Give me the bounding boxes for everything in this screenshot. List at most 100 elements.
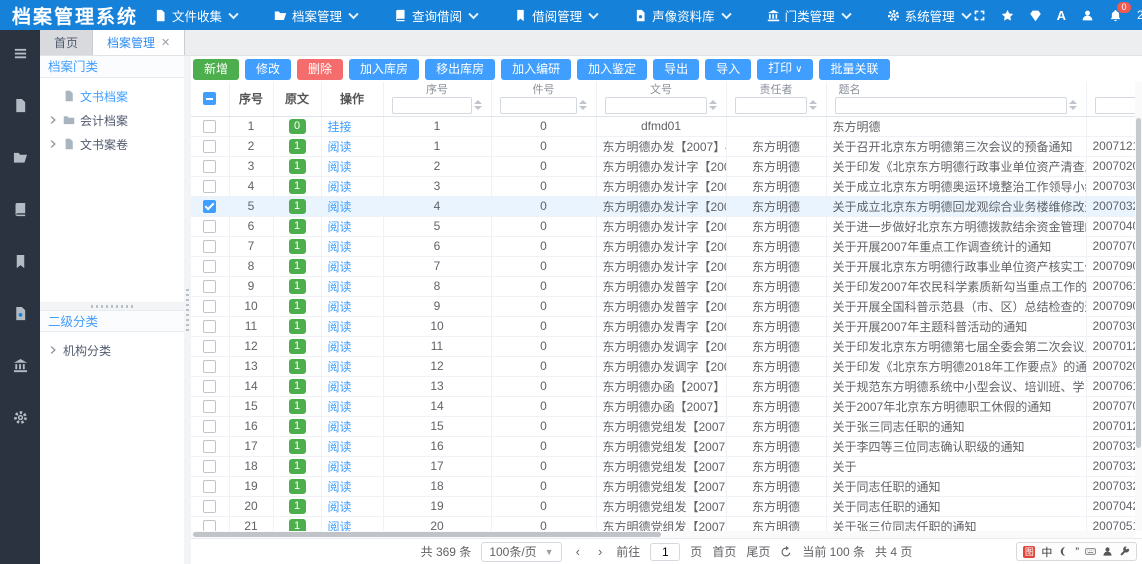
prev-page-button[interactable]: ‹ [572,545,584,558]
top-menu-item-1[interactable]: 文件收集 [154,6,240,25]
rail-bookmark-icon[interactable] [13,254,28,269]
row-checkbox[interactable] [203,340,216,353]
user-icon[interactable] [1081,9,1094,22]
user-settings-icon[interactable] [1102,546,1113,557]
toolbar-button-10[interactable]: 打印∨ [757,59,813,80]
row-action-link[interactable]: 挂接 [328,120,352,134]
rail-file-media-icon[interactable] [13,306,28,321]
row-checkbox[interactable] [203,300,216,313]
row-action-link[interactable]: 阅读 [328,400,352,414]
wrench-icon[interactable] [1119,546,1130,557]
row-action-link[interactable]: 阅读 [328,320,352,334]
toolbar-button-7[interactable]: 加入鉴定 [577,59,647,80]
rail-book-icon[interactable] [13,202,28,217]
row-action-link[interactable]: 阅读 [328,180,352,194]
row-checkbox[interactable] [203,220,216,233]
row-checkbox[interactable] [203,420,216,433]
top-menu-item-2[interactable]: 档案管理 [274,6,360,25]
horizontal-scrollbar[interactable] [191,531,1135,538]
toolbar-button-6[interactable]: 加入编研 [501,59,571,80]
fullscreen-icon[interactable] [973,9,986,22]
tree-item[interactable]: 文书案卷 [40,132,184,156]
row-checkbox[interactable] [203,380,216,393]
row-action-link[interactable]: 阅读 [328,460,352,474]
first-page-link[interactable]: 首页 [712,543,736,560]
toolbar-button-1[interactable]: 新增 [193,59,239,80]
ime-language-toggle[interactable]: 中 [1041,544,1052,560]
row-action-link[interactable]: 阅读 [328,300,352,314]
toolbar-button-8[interactable]: 导出 [653,59,699,80]
star-icon[interactable] [1001,9,1014,22]
row-checkbox[interactable] [203,240,216,253]
row-action-link[interactable]: 阅读 [328,440,352,454]
filter-resp-input[interactable] [735,97,807,114]
tab-2[interactable]: 档案管理✕ [93,29,185,55]
row-checkbox[interactable] [203,160,216,173]
sort-seq[interactable] [474,100,483,110]
tree-item[interactable]: 文书档案 [40,84,184,108]
row-action-link[interactable]: 阅读 [328,360,352,374]
row-action-link[interactable]: 阅读 [328,420,352,434]
rail-bank-icon[interactable] [13,358,28,373]
row-action-link[interactable]: 阅读 [328,500,352,514]
sort-resp[interactable] [809,100,818,110]
next-page-button[interactable]: › [594,545,606,558]
top-menu-item-6[interactable]: 门类管理 [767,6,853,25]
refresh-icon[interactable] [780,546,792,558]
rail-file-icon[interactable] [13,98,28,113]
chevron-right-icon[interactable] [48,345,58,355]
tree-item[interactable]: 机构分类 [40,338,184,362]
panel-splitter-vertical[interactable] [184,56,191,564]
top-menu-item-5[interactable]: 声像资料库 [634,6,733,25]
row-checkbox[interactable] [203,260,216,273]
row-checkbox[interactable] [203,440,216,453]
filter-title-input[interactable] [835,97,1067,114]
toolbar-button-3[interactable]: 删除 [297,59,343,80]
toolbar-button-2[interactable]: 修改 [245,59,291,80]
rail-folder-open-icon[interactable] [13,150,28,165]
toolbar-button-9[interactable]: 导入 [705,59,751,80]
sort-title[interactable] [1069,100,1078,110]
toolbar-button-5[interactable]: 移出库房 [425,59,495,80]
row-checkbox[interactable] [203,140,216,153]
row-checkbox[interactable] [203,360,216,373]
tab-1[interactable]: 首页 [40,29,93,55]
row-action-link[interactable]: 阅读 [328,140,352,154]
filter-seq-input[interactable] [392,97,472,114]
row-checkbox[interactable] [203,180,216,193]
rail-hamburger-icon[interactable] [13,46,28,61]
ime-logo-icon[interactable]: 图 [1023,546,1035,558]
toolbar-button-4[interactable]: 加入库房 [349,59,419,80]
last-page-link[interactable]: 尾页 [746,543,770,560]
row-action-link[interactable]: 阅读 [328,380,352,394]
gem-icon[interactable] [1029,9,1042,22]
vertical-scrollbar[interactable] [1135,82,1142,531]
row-checkbox[interactable] [203,400,216,413]
row-action-link[interactable]: 阅读 [328,520,352,532]
goto-page-input[interactable] [650,543,680,561]
row-action-link[interactable]: 阅读 [328,240,352,254]
row-checkbox[interactable] [203,520,216,532]
chevron-right-icon[interactable] [48,139,58,149]
filter-doc-input[interactable] [605,97,707,114]
bell-icon[interactable]: 0 [1109,9,1122,22]
tree-item[interactable]: 会计档案 [40,108,184,132]
row-action-link[interactable]: 阅读 [328,340,352,354]
row-checkbox[interactable] [203,460,216,473]
row-action-link[interactable]: 阅读 [328,160,352,174]
top-menu-item-4[interactable]: 借阅管理 [514,6,600,25]
ime-punctuation-toggle[interactable]: ” [1075,546,1079,558]
sort-item[interactable] [579,100,588,110]
filter-date-input[interactable] [1095,97,1136,114]
keyboard-icon[interactable] [1085,546,1096,557]
page-size-select[interactable]: 100条/页 ▼ [481,542,561,562]
panel-splitter-horizontal[interactable] [40,302,184,310]
row-checkbox[interactable] [203,200,216,213]
rail-gears-icon[interactable] [13,410,28,425]
moon-icon[interactable] [1058,546,1069,557]
row-checkbox[interactable] [203,500,216,513]
row-action-link[interactable]: 阅读 [328,480,352,494]
row-action-link[interactable]: 阅读 [328,260,352,274]
row-action-link[interactable]: 阅读 [328,200,352,214]
top-menu-item-7[interactable]: 系统管理 [887,6,973,25]
